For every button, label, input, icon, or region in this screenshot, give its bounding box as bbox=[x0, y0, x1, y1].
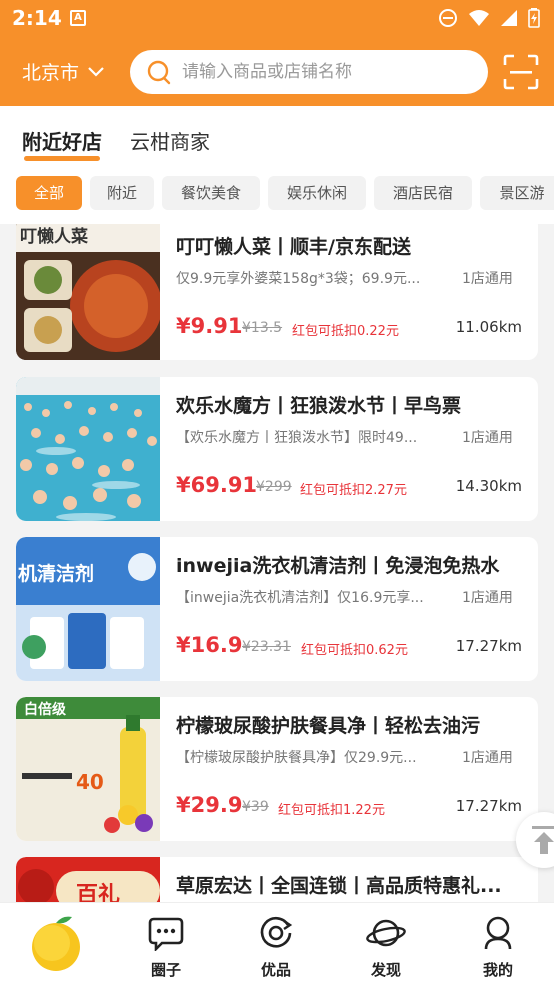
status-time: 2:14 bbox=[12, 6, 62, 30]
search-icon bbox=[147, 60, 171, 85]
item-original-price: ¥39 bbox=[242, 799, 269, 815]
item-desc: 【inwejia洗衣机清洁剂】仅16.9元享... bbox=[176, 590, 424, 606]
thumb-text: 白倍级 bbox=[24, 702, 66, 718]
a-notification-icon: A bbox=[70, 10, 86, 26]
refresh-circle-icon bbox=[260, 916, 293, 948]
item-redpack: 红包可抵扣2.27元 bbox=[300, 483, 407, 498]
bottom-nav: 圈子 优品 发现 我的 bbox=[0, 902, 554, 984]
item-redpack: 红包可抵扣0.62元 bbox=[301, 643, 408, 658]
thumb-text: 百礼 bbox=[76, 883, 121, 902]
item-title: 叮叮懒人菜丨顺丰/京东配送 bbox=[176, 236, 411, 258]
person-icon bbox=[484, 916, 512, 950]
list-item[interactable]: 欢乐水魔方丨狂狼泼水节丨早鸟票 【欢乐水魔方丨狂狼泼水节】限时49... 1店通… bbox=[16, 377, 538, 521]
nav-circle[interactable]: 圈子 bbox=[126, 911, 206, 981]
category-filter-bar: 全部 附近 餐饮美食 娱乐休闲 酒店民宿 景区游 bbox=[0, 166, 554, 224]
list-item[interactable]: 叮懒人菜 叮叮懒人菜丨顺丰/京东配送 仅9.9元享外婆菜158g*3袋；69.9… bbox=[16, 224, 538, 360]
item-desc: 仅9.9元享外婆菜158g*3袋；69.9元... bbox=[176, 271, 421, 287]
filter-dining[interactable]: 餐饮美食 bbox=[162, 176, 260, 210]
signal-icon bbox=[501, 10, 517, 26]
chat-bubble-icon bbox=[148, 917, 184, 951]
filter-nearby[interactable]: 附近 bbox=[90, 176, 154, 210]
product-thumbnail bbox=[16, 377, 160, 521]
nav-label: 圈子 bbox=[150, 961, 181, 979]
battery-icon bbox=[528, 8, 540, 28]
tab-yungan-merchants[interactable]: 云柑商家 bbox=[130, 126, 210, 155]
list-item[interactable]: 百礼 草原宏达丨全国连锁丨高品质特惠礼... bbox=[16, 857, 538, 902]
item-scope: 1店通用 bbox=[462, 430, 513, 446]
item-distance: 11.06km bbox=[455, 318, 522, 336]
scan-icon[interactable] bbox=[503, 54, 539, 90]
tab-active-indicator bbox=[24, 156, 100, 161]
nav-label: 优品 bbox=[260, 961, 291, 979]
scroll-to-top-button[interactable] bbox=[516, 812, 554, 868]
nav-home[interactable] bbox=[16, 911, 96, 981]
item-scope: 1店通用 bbox=[462, 590, 513, 606]
planet-icon bbox=[366, 919, 406, 947]
item-redpack: 红包可抵扣1.22元 bbox=[278, 803, 385, 818]
product-thumbnail: 40 白倍级 bbox=[16, 697, 160, 841]
search-bar[interactable] bbox=[130, 50, 488, 94]
thumb-text: 叮懒人菜 bbox=[20, 227, 88, 247]
tab-bar: 附近好店 云柑商家 bbox=[0, 106, 554, 166]
nav-discover[interactable]: 发现 bbox=[346, 911, 426, 981]
item-price: ¥9.91 bbox=[176, 314, 243, 338]
item-title: 柠檬玻尿酸护肤餐具净丨轻松去油污 bbox=[176, 715, 481, 737]
item-desc: 【欢乐水魔方丨狂狼泼水节】限时49... bbox=[176, 430, 418, 446]
item-distance: 14.30km bbox=[455, 477, 522, 495]
item-title: 草原宏达丨全国连锁丨高品质特惠礼... bbox=[176, 875, 502, 897]
filter-scenic[interactable]: 景区游 bbox=[480, 176, 554, 210]
svg-text:40: 40 bbox=[76, 770, 104, 794]
thumb-text: 机清洁剂 bbox=[18, 563, 95, 585]
tab-nearby-shops[interactable]: 附近好店 bbox=[22, 126, 102, 161]
tab-label: 云柑商家 bbox=[130, 130, 210, 154]
chevron-down-icon bbox=[88, 66, 104, 77]
product-thumbnail: 百礼 bbox=[16, 857, 160, 902]
search-input[interactable] bbox=[182, 62, 462, 82]
item-price: ¥16.9 bbox=[176, 633, 243, 657]
item-scope: 1店通用 bbox=[462, 750, 513, 766]
item-scope: 1店通用 bbox=[462, 271, 513, 287]
item-title: 欢乐水魔方丨狂狼泼水节丨早鸟票 bbox=[176, 395, 462, 417]
product-thumbnail: 叮懒人菜 bbox=[16, 224, 160, 360]
filter-hotel[interactable]: 酒店民宿 bbox=[374, 176, 472, 210]
item-distance: 17.27km bbox=[455, 797, 522, 815]
item-price: ¥29.9 bbox=[176, 793, 243, 817]
filter-all[interactable]: 全部 bbox=[16, 176, 82, 210]
dnd-icon bbox=[439, 9, 457, 27]
nav-label: 发现 bbox=[370, 961, 401, 979]
item-title: inwejia洗衣机清洁剂丨免浸泡免热水 bbox=[176, 555, 500, 577]
app-header: 2:14 A 北京市 bbox=[0, 0, 554, 106]
list-item[interactable]: 机清洁剂 inwejia洗衣机清洁剂丨免浸泡免热水 【inwejia洗衣机清洁剂… bbox=[16, 537, 538, 681]
product-thumbnail: 机清洁剂 bbox=[16, 537, 160, 681]
wifi-icon bbox=[469, 10, 489, 26]
item-price: ¥69.91 bbox=[176, 473, 258, 497]
item-distance: 17.27km bbox=[455, 637, 522, 655]
arrow-up-icon bbox=[532, 826, 554, 854]
city-label: 北京市 bbox=[22, 62, 80, 84]
status-icons bbox=[438, 8, 540, 28]
item-original-price: ¥23.31 bbox=[242, 639, 291, 655]
nav-youpin[interactable]: 优品 bbox=[236, 911, 316, 981]
item-original-price: ¥13.5 bbox=[242, 320, 283, 336]
item-redpack: 红包可抵扣0.22元 bbox=[292, 324, 399, 339]
orange-fruit-icon bbox=[32, 916, 80, 971]
status-bar: 2:14 A bbox=[0, 0, 554, 36]
nav-mine[interactable]: 我的 bbox=[458, 911, 538, 981]
nav-label: 我的 bbox=[482, 961, 513, 979]
city-selector[interactable]: 北京市 bbox=[22, 58, 105, 85]
shop-list: 叮懒人菜 叮叮懒人菜丨顺丰/京东配送 仅9.9元享外婆菜158g*3袋；69.9… bbox=[0, 224, 554, 902]
item-desc: 【柠檬玻尿酸护肤餐具净】仅29.9元... bbox=[176, 750, 417, 766]
filter-entertainment[interactable]: 娱乐休闲 bbox=[268, 176, 366, 210]
tab-label: 附近好店 bbox=[22, 130, 102, 154]
list-item[interactable]: 40 白倍级 柠檬玻尿酸护肤餐具净丨轻松去油污 【柠檬玻尿酸护肤餐具净】仅29.… bbox=[16, 697, 538, 841]
item-original-price: ¥299 bbox=[256, 479, 292, 495]
